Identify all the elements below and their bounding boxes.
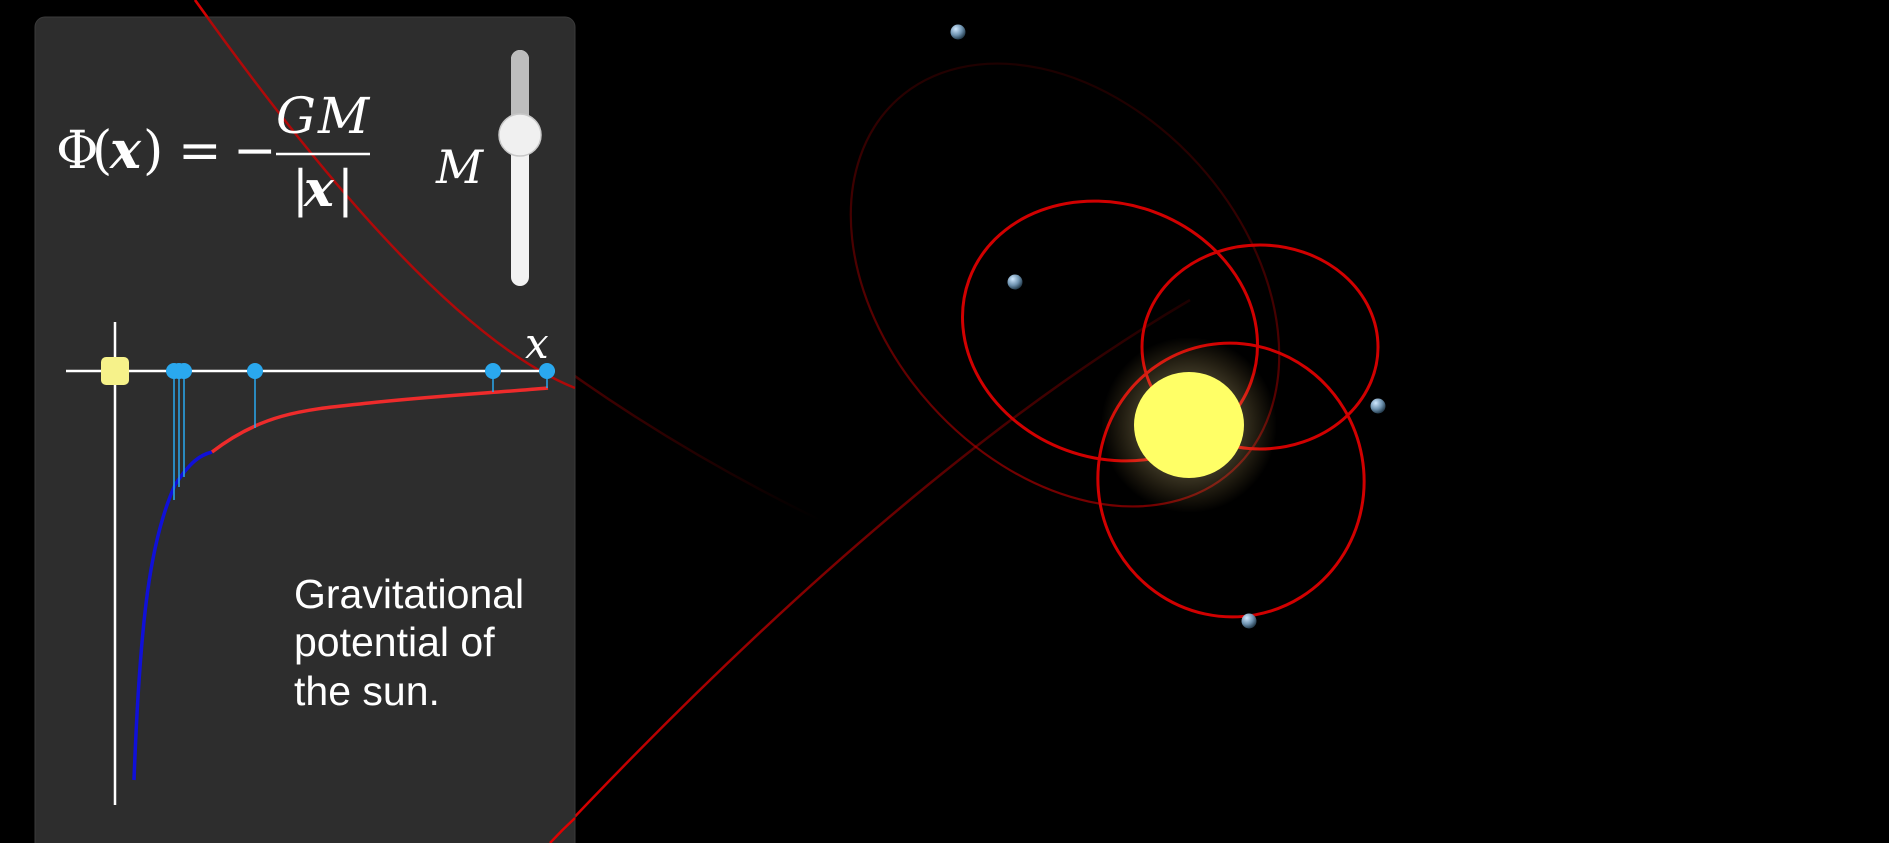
graph-planet-marker (485, 363, 501, 379)
formula-abs-right: | (337, 160, 354, 218)
formula-variable: x (109, 120, 142, 181)
orbit-large (849, 62, 1281, 508)
sun (1101, 337, 1277, 513)
formula-denominator-variable: x (303, 159, 335, 218)
planet[interactable] (950, 24, 966, 40)
planet[interactable] (1007, 274, 1023, 290)
sun-disk (1134, 372, 1244, 478)
mass-slider-thumb[interactable] (498, 113, 542, 157)
caption-line-1: Gravitational (294, 571, 524, 617)
caption-line-3: the sun. (294, 668, 440, 714)
formula-numerator-m: M (317, 87, 371, 145)
simulation-canvas: Φ ( x ) = − G M | x | M x Gravitational … (34, 0, 1386, 843)
planet[interactable] (1370, 398, 1386, 414)
formula-paren-close: ) (143, 121, 163, 181)
caption-line-2: potential of (294, 619, 495, 665)
graph-planet-marker (176, 363, 192, 379)
graph-planet-marker (539, 363, 555, 379)
graph-planet-marker (247, 363, 263, 379)
formula-minus: − (233, 121, 277, 181)
formula-equals: = (178, 121, 222, 181)
orbit-hyperbolic (549, 298, 1191, 843)
formula-numerator-g: G (276, 87, 316, 145)
planet[interactable] (1241, 613, 1257, 629)
graph-x-axis-label: x (525, 319, 549, 368)
mass-slider-label: M (435, 140, 485, 194)
planets[interactable] (950, 24, 1386, 629)
graph-sun-marker (101, 357, 129, 385)
